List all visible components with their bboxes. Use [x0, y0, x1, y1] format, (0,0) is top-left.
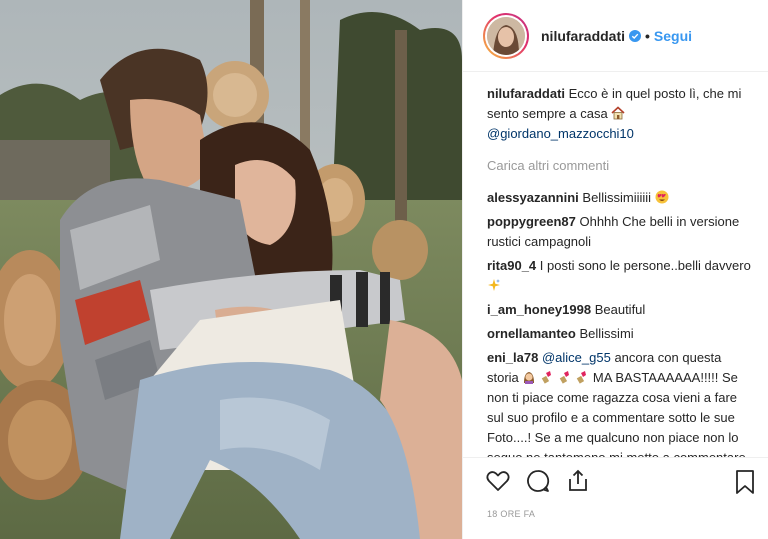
post-side-panel: nilufaraddati • Segui nilufaraddati Ecco…: [462, 0, 768, 539]
caption-username[interactable]: nilufaraddati: [487, 86, 565, 101]
heart-eyes-emoji-icon: [655, 190, 669, 204]
comment-item: rita90_4 I posti sono le persone..belli …: [487, 256, 755, 296]
avatar-image: [487, 16, 525, 55]
comment-item: i_am_honey1998 Beautiful: [487, 300, 755, 320]
share-icon[interactable]: [565, 468, 591, 494]
comment-username[interactable]: eni_la78: [487, 350, 538, 365]
load-more-comments[interactable]: Carica altri commenti: [487, 156, 755, 176]
comment-username[interactable]: alessyazannini: [487, 190, 579, 205]
comment-username[interactable]: ornellamanteo: [487, 326, 576, 341]
header-username[interactable]: nilufaraddati: [541, 28, 625, 44]
sparkle-emoji-icon: [488, 279, 500, 291]
comment-username[interactable]: i_am_honey1998: [487, 302, 591, 317]
comments-list[interactable]: nilufaraddati Ecco è in quel posto lì, c…: [463, 72, 768, 457]
heart-icon[interactable]: [485, 468, 511, 494]
follow-button[interactable]: Segui: [654, 28, 692, 44]
comment-username[interactable]: rita90_4: [487, 258, 536, 273]
lipstick-emoji-icon: [541, 371, 552, 384]
caption: nilufaraddati Ecco è in quel posto lì, c…: [487, 84, 755, 144]
comment-item: alessyazannini Bellissimiiiiii: [487, 188, 755, 208]
comment-text: I posti sono le persone..belli davvero: [539, 258, 751, 273]
comment-icon[interactable]: [525, 468, 551, 494]
house-emoji-icon: [611, 106, 625, 120]
avatar-frame: [485, 14, 527, 57]
lipstick-emoji-icon: [559, 371, 569, 384]
couple-photo-image: [0, 0, 462, 539]
verified-badge-icon: [629, 29, 642, 42]
story-ring[interactable]: [483, 12, 529, 59]
comment-text: Bellissimiiiiii: [582, 190, 652, 205]
caption-mention[interactable]: @giordano_mazzocchi10: [487, 126, 634, 141]
comment-mention[interactable]: @alice_g55: [542, 350, 611, 365]
post-photo[interactable]: [0, 0, 462, 539]
comment-text: Beautiful: [594, 302, 646, 317]
separator-dot: •: [645, 27, 650, 44]
comment-text: Bellissimi: [579, 326, 634, 341]
instagram-post: nilufaraddati • Segui nilufaraddati Ecco…: [0, 0, 768, 539]
post-timestamp: 18 ORE FA: [487, 509, 536, 519]
lipstick-emoji-icon: [577, 371, 587, 384]
comment-username[interactable]: poppygreen87: [487, 214, 576, 229]
comment-item: eni_la78 @alice_g55 ancora con questa st…: [487, 348, 755, 457]
comment-item: poppygreen87 Ohhhh Che belli in versione…: [487, 212, 755, 252]
comment-item: ornellamanteo Bellissimi: [487, 324, 755, 344]
post-header: nilufaraddati • Segui: [463, 0, 768, 72]
action-bar: [463, 457, 768, 503]
woman-emoji-icon: [524, 372, 535, 384]
avatar[interactable]: [487, 16, 525, 55]
bookmark-icon[interactable]: [733, 469, 757, 495]
